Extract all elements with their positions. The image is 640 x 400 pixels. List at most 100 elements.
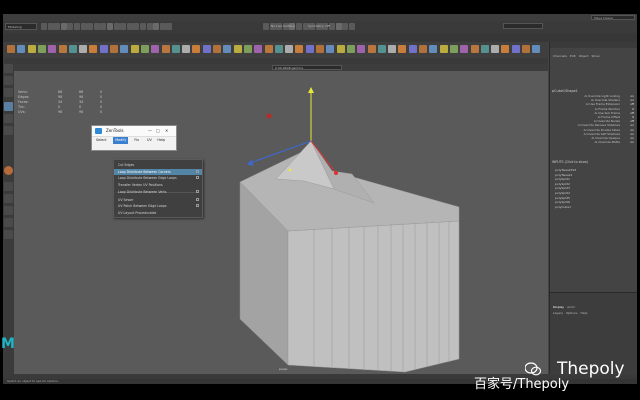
- status-tool-icon[interactable]: [120, 23, 127, 30]
- dropdown-item[interactable]: Loop Distribute Between Corners: [114, 168, 202, 175]
- option-box-icon[interactable]: [196, 197, 199, 201]
- status-tool-icon[interactable]: [146, 23, 153, 30]
- shelf-tool-icon[interactable]: [171, 45, 180, 53]
- shelf-tool-icon[interactable]: [151, 45, 160, 53]
- maximize-icon[interactable]: □: [156, 128, 160, 134]
- outliner-icon[interactable]: [4, 218, 13, 227]
- shelf-tool-icon[interactable]: [439, 45, 448, 53]
- shelf-tool-icon[interactable]: [449, 45, 458, 53]
- rotate-tool-icon[interactable]: [4, 114, 13, 123]
- channel-attribute-value[interactable]: on: [630, 141, 634, 145]
- shelf-tool-icon[interactable]: [48, 45, 57, 53]
- input-node[interactable]: polySplit2: [555, 182, 570, 186]
- shelf-tool-icon[interactable]: [346, 45, 355, 53]
- shelf-tool-icon[interactable]: [243, 45, 252, 53]
- zentools-menu-help[interactable]: Help: [155, 137, 167, 144]
- symmetry-label[interactable]: Symmetry: Off: [308, 23, 330, 30]
- input-node[interactable]: polySplit1: [555, 177, 570, 181]
- shelf-tool-icon[interactable]: [264, 45, 273, 53]
- dropdown-item[interactable]: Loop Distribute Between Edge Loops: [114, 175, 202, 181]
- input-node[interactable]: polyCube1: [555, 205, 571, 209]
- shelf-tool-icon[interactable]: [336, 45, 345, 53]
- workspace-selector[interactable]: Maya Classic: [591, 15, 635, 20]
- shelf-tool-icon[interactable]: [161, 45, 170, 53]
- select-tool-icon[interactable]: [4, 64, 13, 73]
- status-tool-icon[interactable]: [41, 23, 47, 30]
- dropdown-item[interactable]: Loop Distribute Between Verts: [114, 189, 202, 195]
- shelf-tool-icon[interactable]: [68, 45, 77, 53]
- shelf-tool-icon[interactable]: [285, 45, 294, 53]
- shelf-tool-icon[interactable]: [398, 45, 407, 53]
- shelf-tool-icon[interactable]: [99, 45, 108, 53]
- channel-box-menu-object[interactable]: Object: [579, 53, 589, 59]
- shelf-tool-icon[interactable]: [27, 45, 36, 53]
- exposure-field[interactable]: 0.00 sRGB gamma: [272, 65, 342, 70]
- shelf-tool-icon[interactable]: [202, 45, 211, 53]
- shelf-tool-icon[interactable]: [58, 45, 67, 53]
- option-box-icon[interactable]: [196, 189, 199, 193]
- shelf-tool-icon[interactable]: [532, 45, 541, 53]
- status-tool-icon[interactable]: [60, 23, 67, 30]
- status-tool-icon[interactable]: [93, 23, 100, 30]
- lasso-tool-icon[interactable]: [4, 76, 13, 85]
- shelf-tool-icon[interactable]: [182, 45, 191, 53]
- shelf-tool-icon[interactable]: [377, 45, 386, 53]
- zentools-menu-modify[interactable]: Modify: [113, 137, 129, 144]
- dropdown-item[interactable]: UV Sewer: [114, 197, 202, 203]
- layer-menu-layers[interactable]: Layers: [553, 311, 563, 316]
- dropdown-item[interactable]: Transfer Vertex UV Positions: [114, 182, 202, 188]
- status-tool-icon[interactable]: [113, 23, 120, 30]
- paint-select-tool-icon[interactable]: [4, 88, 13, 97]
- status-tool-icon[interactable]: [54, 23, 61, 30]
- status-tool-icon[interactable]: [67, 23, 74, 30]
- channel-attribute[interactable]: Ai Override Matte on: [595, 140, 634, 145]
- status-tool-icon[interactable]: [126, 23, 133, 30]
- layer-menu-options[interactable]: Options: [566, 311, 578, 316]
- status-tool-icon[interactable]: [296, 23, 302, 30]
- zentools-menu-uv[interactable]: UV: [145, 137, 154, 144]
- layout-two-icon[interactable]: [4, 206, 13, 215]
- status-tool-icon[interactable]: [342, 23, 349, 30]
- shelf-tool-icon[interactable]: [316, 45, 324, 53]
- zentools-menu-select[interactable]: Select: [94, 137, 108, 144]
- input-node[interactable]: polySplit3: [555, 186, 570, 190]
- status-tool-icon[interactable]: [348, 23, 355, 30]
- shelf-tool-icon[interactable]: [305, 45, 314, 53]
- status-tool-icon[interactable]: [263, 23, 269, 30]
- shelf-tool-icon[interactable]: [17, 45, 26, 53]
- option-box-icon[interactable]: [196, 176, 199, 180]
- shelf-tool-icon[interactable]: [79, 45, 88, 53]
- shelf-tool-icon[interactable]: [140, 45, 149, 53]
- status-tool-icon[interactable]: [80, 23, 87, 30]
- shelf-tool-icon[interactable]: [429, 45, 438, 53]
- shelf-tool-icon[interactable]: [130, 45, 139, 53]
- minimize-icon[interactable]: —: [148, 128, 152, 134]
- shelf-tool-icon[interactable]: [491, 45, 500, 53]
- shelf-tool-icon[interactable]: [511, 45, 520, 53]
- shelf-tool-icon[interactable]: [295, 45, 304, 53]
- live-surface-label[interactable]: No Live Surface: [271, 23, 295, 30]
- cube-front-face[interactable]: [287, 220, 460, 373]
- status-tool-icon[interactable]: [107, 23, 113, 30]
- shelf-tool-icon[interactable]: [357, 45, 366, 53]
- input-node[interactable]: polySplit6: [555, 200, 570, 204]
- zentools-titlebar[interactable]: ZenTools — □ ✕: [92, 126, 176, 137]
- channel-box-menu-channels[interactable]: Channels: [553, 53, 567, 59]
- status-tool-icon[interactable]: [140, 23, 146, 30]
- status-tool-icon[interactable]: [47, 23, 54, 30]
- shelf-tool-icon[interactable]: [419, 45, 427, 53]
- shelf-tool-icon[interactable]: [460, 45, 469, 53]
- channel-box-menu-edit[interactable]: Edit: [570, 53, 576, 59]
- input-node[interactable]: polyTweak393: [555, 168, 576, 172]
- shelf-tool-icon[interactable]: [408, 45, 417, 53]
- close-icon[interactable]: ✕: [165, 128, 168, 134]
- shelf-tool-icon[interactable]: [522, 45, 530, 53]
- mode-selector[interactable]: Modeling: [5, 23, 37, 30]
- dropdown-item[interactable]: UV Layout ProceduraIde: [114, 210, 202, 216]
- status-tool-icon[interactable]: [335, 23, 342, 30]
- shelf-tool-icon[interactable]: [110, 45, 118, 53]
- shelf-tool-icon[interactable]: [192, 45, 201, 53]
- shelf-tool-icon[interactable]: [223, 45, 232, 53]
- move-tool-icon[interactable]: [4, 102, 13, 111]
- layout-four-icon[interactable]: [4, 194, 13, 203]
